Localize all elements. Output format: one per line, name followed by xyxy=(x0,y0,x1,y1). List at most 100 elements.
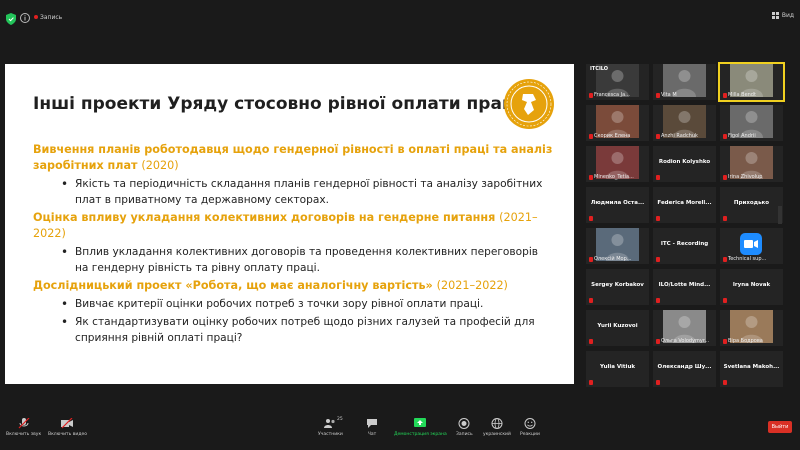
participant-name: Technical sup... xyxy=(728,256,767,262)
participant-tile[interactable]: Rodion Kolyshko xyxy=(653,146,716,182)
participant-tile[interactable]: Ольга Volodymyr... xyxy=(653,310,716,346)
participant-name-bar: Ольга Volodymyr... xyxy=(656,338,709,344)
slide-body: Вивчення планів роботодавця щодо гендерн… xyxy=(33,142,553,348)
participant-tile[interactable]: ITC - Recording xyxy=(653,228,716,264)
section-year: (2020) xyxy=(141,159,179,172)
gallery-scrollbar[interactable] xyxy=(778,206,782,224)
muted-mic-icon xyxy=(589,256,593,262)
participant-name-bar xyxy=(723,380,727,385)
start-video-button[interactable]: Включить видео xyxy=(48,418,87,437)
interpretation-button[interactable]: украинский xyxy=(483,418,511,437)
participant-tile[interactable]: Technical sup... xyxy=(720,228,783,264)
participant-tile[interactable]: Приходько xyxy=(720,187,783,223)
participants-count: 25 xyxy=(337,417,343,422)
grid-icon xyxy=(771,12,779,19)
share-screen-button[interactable]: Демонстрация экрана xyxy=(394,418,447,437)
participant-name-center: Людмила Оста... xyxy=(590,200,645,206)
leave-button[interactable]: Выйти xyxy=(768,421,792,433)
participant-tile[interactable]: Sergey Korbakov xyxy=(586,269,649,305)
muted-mic-icon xyxy=(589,298,593,303)
video-off-icon xyxy=(61,418,74,429)
participant-name-bar xyxy=(589,339,593,344)
participant-tile[interactable]: ITCILO Francesca Ja... xyxy=(586,64,649,100)
participant-tile[interactable]: Vita M xyxy=(653,64,716,100)
section-heading: Дослідницький проект «Робота, що має ана… xyxy=(33,278,553,294)
smiley-icon xyxy=(524,418,536,429)
view-button[interactable]: Вид xyxy=(771,12,794,19)
muted-mic-icon xyxy=(656,338,660,344)
unmute-button[interactable]: Включить звук xyxy=(6,418,41,437)
participant-name: Figol Andrii xyxy=(728,133,756,139)
participant-name-bar xyxy=(656,257,660,262)
participant-name-bar xyxy=(723,216,727,221)
participant-name-bar: Technical sup... xyxy=(723,256,766,262)
participant-tile[interactable]: Anzhi Radchuk xyxy=(653,105,716,141)
meeting-controls: Включить звук Включить видео Участники 2… xyxy=(0,412,800,450)
chat-button[interactable]: Чат xyxy=(366,418,378,437)
participant-tile[interactable]: Yulia Vitiuk xyxy=(586,351,649,387)
participant-name-bar: Francesca Ja... xyxy=(589,92,630,98)
share-screen-icon xyxy=(414,418,427,427)
record-button[interactable]: Запись xyxy=(456,418,473,437)
participant-tile[interactable]: Minenko_Tetia... xyxy=(586,146,649,182)
participant-tile[interactable]: Federica Morell... xyxy=(653,187,716,223)
participant-tile[interactable]: Віра Бодрова xyxy=(720,310,783,346)
section-heading: Вивчення планів роботодавця щодо гендерн… xyxy=(33,142,553,174)
muted-mic-icon xyxy=(656,133,660,139)
participant-name-bar: Vita M xyxy=(656,92,677,98)
microphone-muted-icon xyxy=(18,418,30,429)
participant-tile[interactable]: Yurii Kuzovoi xyxy=(586,310,649,346)
info-icon[interactable] xyxy=(20,13,30,23)
participant-tile[interactable]: Svetlana Makoh... xyxy=(720,351,783,387)
language-label: украинский xyxy=(483,432,511,437)
participants-label: Участники xyxy=(318,432,343,437)
share-screen-label: Демонстрация экрана xyxy=(394,432,447,437)
participant-name: Anzhi Radchuk xyxy=(661,133,698,139)
bullet-item: Вплив укладання колективних договорів та… xyxy=(33,244,553,276)
participant-tile[interactable]: Людмила Оста... xyxy=(586,187,649,223)
participant-tile[interactable]: Олексій Мор... xyxy=(586,228,649,264)
participant-name-bar xyxy=(656,216,660,221)
section-heading-text: Оцінка впливу укладання колективних дого… xyxy=(33,211,496,224)
participant-name-bar: Скорик Елена xyxy=(589,133,630,139)
participant-tile[interactable]: Скорик Елена xyxy=(586,105,649,141)
muted-mic-icon xyxy=(723,298,727,303)
itcilo-logo: ITCILO xyxy=(590,66,609,72)
participant-tile[interactable]: Iryna Novak xyxy=(720,269,783,305)
participant-name: Vita M xyxy=(661,92,677,98)
section-year: (2021–2022) xyxy=(436,279,508,292)
participant-tile[interactable]: Олександр Шу... xyxy=(653,351,716,387)
participant-tile[interactable]: ILO/Lotte Mind... xyxy=(653,269,716,305)
reactions-button[interactable]: Реакции xyxy=(520,418,540,437)
shield-icon[interactable] xyxy=(6,13,16,25)
participant-name-center: Приходько xyxy=(733,200,770,206)
video-label: Включить видео xyxy=(48,432,87,437)
slide-title: Інші проекти Уряду стосовно рівної оплат… xyxy=(33,94,521,114)
record-icon xyxy=(458,418,470,429)
participant-name-bar xyxy=(656,175,660,180)
muted-mic-icon xyxy=(656,380,660,385)
section-heading: Оцінка впливу укладання колективних дого… xyxy=(33,210,553,242)
muted-mic-icon xyxy=(589,133,593,139)
reactions-label: Реакции xyxy=(520,432,540,437)
participant-name-bar xyxy=(589,380,593,385)
participant-name-bar: Figol Andrii xyxy=(723,133,756,139)
participant-name-center: Олександр Шу... xyxy=(657,364,712,370)
participants-gallery: ITCILO Francesca Ja... Vita M Milla Bendt Ск… xyxy=(586,62,785,389)
participant-name-center: Rodion Kolyshko xyxy=(658,159,711,165)
participant-tile[interactable]: Milla Bendt xyxy=(718,62,785,102)
muted-mic-icon xyxy=(723,92,727,98)
muted-mic-icon xyxy=(723,133,727,139)
participants-icon xyxy=(324,419,335,428)
top-bar: Запись Вид xyxy=(0,0,800,40)
participant-tile[interactable]: Figol Andrii xyxy=(720,105,783,141)
muted-mic-icon xyxy=(656,175,660,180)
participant-name-center: Sergey Korbakov xyxy=(591,282,644,288)
recording-indicator: Запись xyxy=(34,14,62,21)
section-heading-text: Дослідницький проект «Робота, що має ана… xyxy=(33,279,433,292)
ministry-seal-icon xyxy=(504,79,554,129)
chat-icon xyxy=(367,419,377,428)
bullet-item: Якість та періодичність складання планів… xyxy=(33,176,553,208)
participant-name-bar: Irina Zhivolup xyxy=(723,174,762,180)
participant-tile[interactable]: Irina Zhivolup xyxy=(720,146,783,182)
